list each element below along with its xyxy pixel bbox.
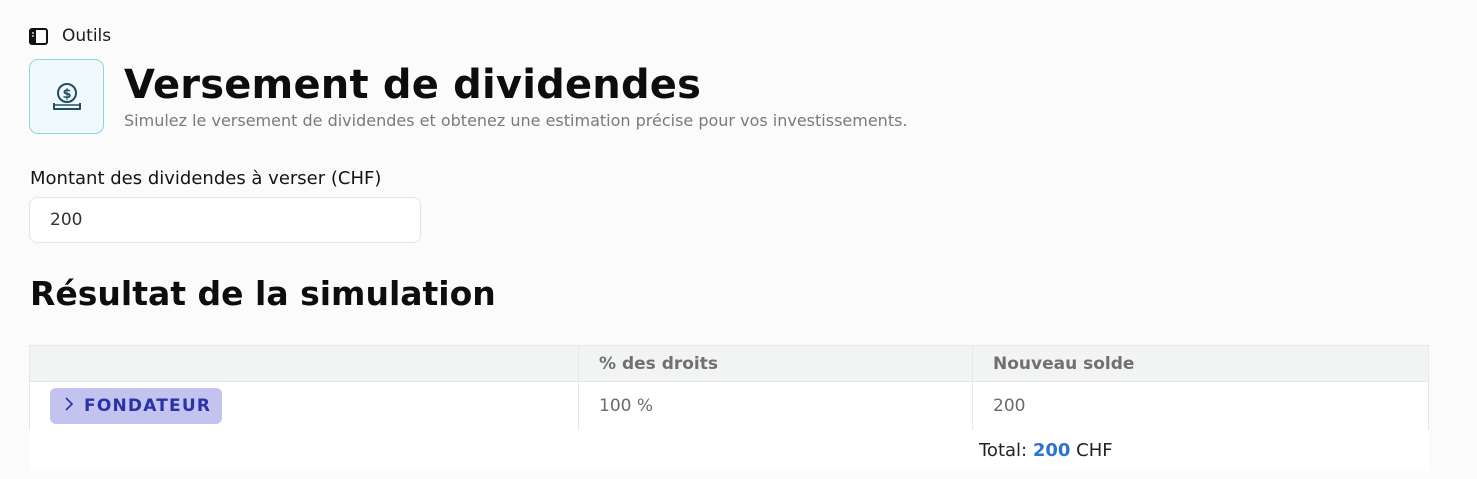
top-bar: Outils: [28, 25, 111, 47]
page-subtitle: Simulez le versement de dividendes et ob…: [124, 111, 908, 130]
page-title: Versement de dividendes: [124, 62, 702, 108]
amount-input[interactable]: [29, 197, 421, 243]
total-currency: CHF: [1076, 440, 1113, 461]
total-summary: Total: 200 CHF: [979, 440, 1113, 461]
total-label: Total:: [979, 440, 1028, 461]
total-value: 200: [1032, 440, 1071, 461]
breadcrumb[interactable]: Outils: [62, 26, 111, 46]
group-badge-fondateur[interactable]: FONDATEUR: [50, 388, 223, 424]
table-row: FONDATEUR 100 % 200: [29, 381, 1429, 431]
page-header: $ Versement de dividendes Simulez le ver…: [29, 59, 908, 134]
balance-cell: 200: [972, 381, 1429, 431]
table-header-row: % des droits Nouveau solde: [29, 345, 1429, 382]
svg-text:$: $: [62, 87, 71, 102]
sidebar-toggle-icon[interactable]: [28, 26, 48, 46]
rights-cell: 100 %: [578, 381, 973, 431]
results-table: % des droits Nouveau solde FONDATEUR 100…: [29, 345, 1429, 431]
column-header-balance: Nouveau solde: [972, 345, 1429, 382]
group-label: FONDATEUR: [84, 396, 212, 416]
chevron-right-icon: [64, 396, 74, 416]
total-row: Total: 200 CHF: [29, 430, 1429, 471]
column-header-group: [29, 345, 579, 382]
dollar-coin-hand-icon: $: [29, 59, 104, 134]
group-cell: FONDATEUR: [29, 381, 579, 431]
results-title: Résultat de la simulation: [30, 274, 496, 313]
column-header-rights: % des droits: [578, 345, 973, 382]
amount-label: Montant des dividendes à verser (CHF): [30, 168, 382, 189]
